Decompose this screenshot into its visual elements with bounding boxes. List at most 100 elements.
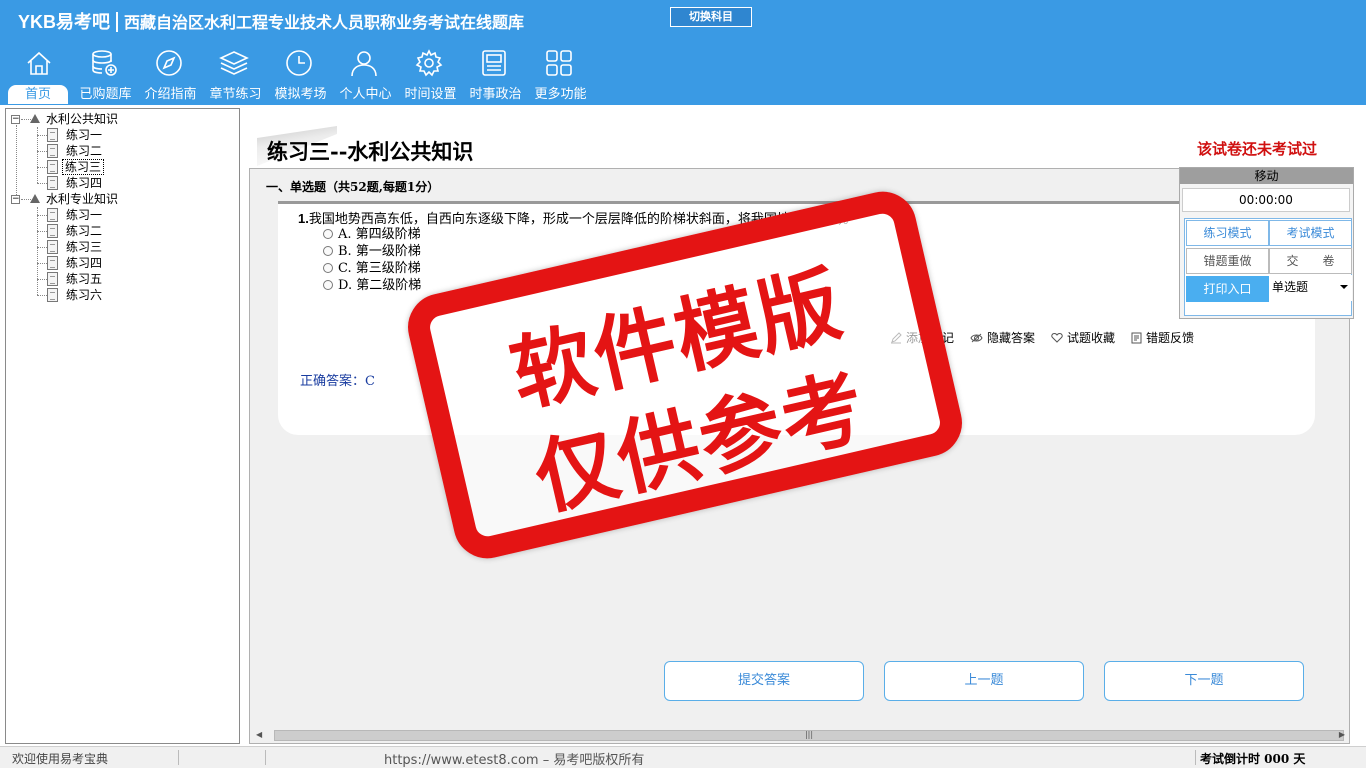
tree-group-public[interactable]: 水利公共知识	[44, 111, 120, 127]
tree-line	[37, 151, 47, 152]
question-tools: 添加笔记 隐藏答案 试题收藏 错题反馈	[890, 329, 1194, 346]
add-note-button[interactable]: 添加笔记	[890, 329, 954, 346]
database-icon	[92, 50, 117, 76]
compass-icon	[156, 50, 182, 76]
document-icon	[47, 272, 58, 286]
question-text: 1.我国地势西高东低，自西向东逐级下降，形成一个层层降低的阶梯状斜面，将我国地势…	[298, 208, 856, 227]
scroll-thumb[interactable]: |||	[274, 730, 1344, 741]
option-d[interactable]: D. 第二级阶梯	[323, 277, 421, 294]
exam-title-bar: 练习三--水利公共知识 该试卷还未考试过	[247, 108, 1366, 166]
next-question-button[interactable]: 下一题	[1104, 661, 1304, 701]
tool-label: 隐藏答案	[987, 331, 1036, 345]
radio-button[interactable]	[323, 280, 333, 290]
tree-item-selected[interactable]: 练习三	[62, 159, 105, 175]
brand-separator	[116, 12, 119, 32]
nav-label: 个人中心	[339, 87, 392, 102]
main-nav: 首页 已购题库 介绍指南 章节练习 模拟考场 个人中心 时间设置 时事政治 更多…	[8, 48, 593, 104]
tree-collapse-toggle[interactable]: −	[11, 195, 20, 204]
gear-icon	[415, 49, 443, 77]
tree-item[interactable]: 练习二	[64, 223, 104, 239]
nav-label: 时事政治	[469, 87, 522, 102]
tree-item[interactable]: 练习一	[64, 127, 104, 143]
tree-collapse-toggle[interactable]: −	[11, 115, 20, 124]
tree-item[interactable]: 练习六	[64, 287, 104, 303]
tree-line	[37, 215, 47, 216]
nav-label: 介绍指南	[144, 87, 197, 102]
horizontal-scrollbar[interactable]: ◀ ||| ▶	[250, 728, 1349, 743]
tree-item[interactable]: 练习二	[64, 143, 104, 159]
switch-subject-button[interactable]: 切换科目	[670, 7, 752, 27]
prev-question-button[interactable]: 上一题	[884, 661, 1084, 701]
document-icon	[47, 144, 58, 158]
timer-display: 00:00:00	[1182, 188, 1350, 212]
feedback-button[interactable]: 错题反馈	[1131, 329, 1194, 346]
header: YKB易考吧 西藏自治区水利工程专业技术人员职称业务考试在线题库 切换科目 首页 …	[0, 0, 1366, 105]
tree-line	[37, 263, 47, 264]
redo-wrong-button[interactable]: 错题重做	[1186, 248, 1269, 274]
scroll-left-icon[interactable]: ◀	[256, 730, 262, 739]
move-handle[interactable]: 移动	[1180, 168, 1353, 184]
news-icon	[482, 50, 506, 76]
nav-profile[interactable]: 个人中心	[333, 48, 398, 104]
nav-label: 首页	[8, 85, 68, 104]
pencil-icon	[891, 331, 902, 343]
nav-mock-exam[interactable]: 模拟考场	[268, 48, 333, 104]
option-label: B. 第一级阶梯	[338, 244, 421, 259]
clock-icon	[286, 50, 312, 76]
document-icon	[47, 288, 58, 302]
folder-icon	[30, 194, 40, 203]
print-button[interactable]: 打印入口	[1186, 276, 1269, 302]
chevron-down-icon	[1340, 285, 1348, 289]
nav-home[interactable]: 首页	[8, 48, 73, 104]
nav-more[interactable]: 更多功能	[528, 48, 593, 104]
document-icon	[47, 176, 58, 190]
question-number: 1.	[298, 211, 309, 226]
nav-label: 模拟考场	[274, 87, 327, 102]
radio-button[interactable]	[323, 246, 333, 256]
question-stem: 我国地势西高东低，自西向东逐级下降，形成一个层层降低的阶梯状斜面，将我国地势分成…	[308, 212, 857, 227]
tree-line	[37, 279, 47, 280]
exam-tree: − 水利公共知识 练习一 练习二 练习三 练习四 − 水利专业知识 练习一 练习…	[5, 108, 240, 744]
hand-in-button[interactable]: 交 卷	[1269, 248, 1352, 274]
radio-button[interactable]	[323, 263, 333, 273]
scroll-right-icon[interactable]: ▶	[1339, 730, 1345, 739]
nav-purchased[interactable]: 已购题库	[73, 48, 138, 104]
nav-chapter[interactable]: 章节练习	[203, 48, 268, 104]
exam-countdown: 考试倒计时 000 天	[1200, 752, 1306, 766]
option-a[interactable]: A. 第四级阶梯	[323, 226, 421, 243]
practice-mode-button[interactable]: 练习模式	[1186, 220, 1269, 246]
exam-title: 练习三--水利公共知识	[267, 139, 474, 164]
heart-icon	[1051, 332, 1063, 343]
nav-label: 更多功能	[534, 87, 587, 102]
document-icon	[47, 208, 58, 222]
correct-answer: 正确答案：C	[300, 374, 375, 389]
document-icon	[47, 128, 58, 142]
tree-item[interactable]: 练习五	[64, 271, 104, 287]
control-panel: 移动 00:00:00 练习模式 考试模式 错题重做 交 卷 打印入口 单选题	[1179, 167, 1354, 319]
exam-mode-button[interactable]: 考试模式	[1269, 220, 1352, 246]
favorite-button[interactable]: 试题收藏	[1051, 329, 1115, 346]
tree-item[interactable]: 练习四	[64, 255, 104, 271]
document-icon	[47, 240, 58, 254]
nav-current-affairs[interactable]: 时事政治	[463, 48, 528, 104]
tree-item[interactable]: 练习三	[64, 239, 104, 255]
tree-item[interactable]: 练习四	[64, 175, 104, 191]
status-bar: 欢迎使用易考宝典 https://www.etest8.com – 易考吧版权所…	[0, 746, 1366, 768]
section-heading: 一、单选题（共52题,每题1分）	[266, 180, 440, 194]
option-b[interactable]: B. 第一级阶梯	[323, 243, 421, 260]
eye-icon	[970, 333, 983, 342]
option-c[interactable]: C. 第三级阶梯	[323, 260, 421, 277]
exam-status: 该试卷还未考试过	[1197, 140, 1318, 158]
select-value: 单选题	[1272, 280, 1309, 294]
tree-line	[37, 231, 47, 232]
radio-button[interactable]	[323, 229, 333, 239]
submit-answer-button[interactable]: 提交答案	[664, 661, 864, 701]
nav-guide[interactable]: 介绍指南	[138, 48, 203, 104]
tree-group-professional[interactable]: 水利专业知识	[44, 191, 120, 207]
tree-item[interactable]: 练习一	[64, 207, 104, 223]
question-type-select[interactable]: 单选题	[1270, 275, 1352, 301]
nav-time-settings[interactable]: 时间设置	[398, 48, 463, 104]
grid-icon	[546, 50, 572, 76]
hide-answer-button[interactable]: 隐藏答案	[970, 329, 1035, 346]
tool-label: 错题反馈	[1146, 331, 1195, 345]
